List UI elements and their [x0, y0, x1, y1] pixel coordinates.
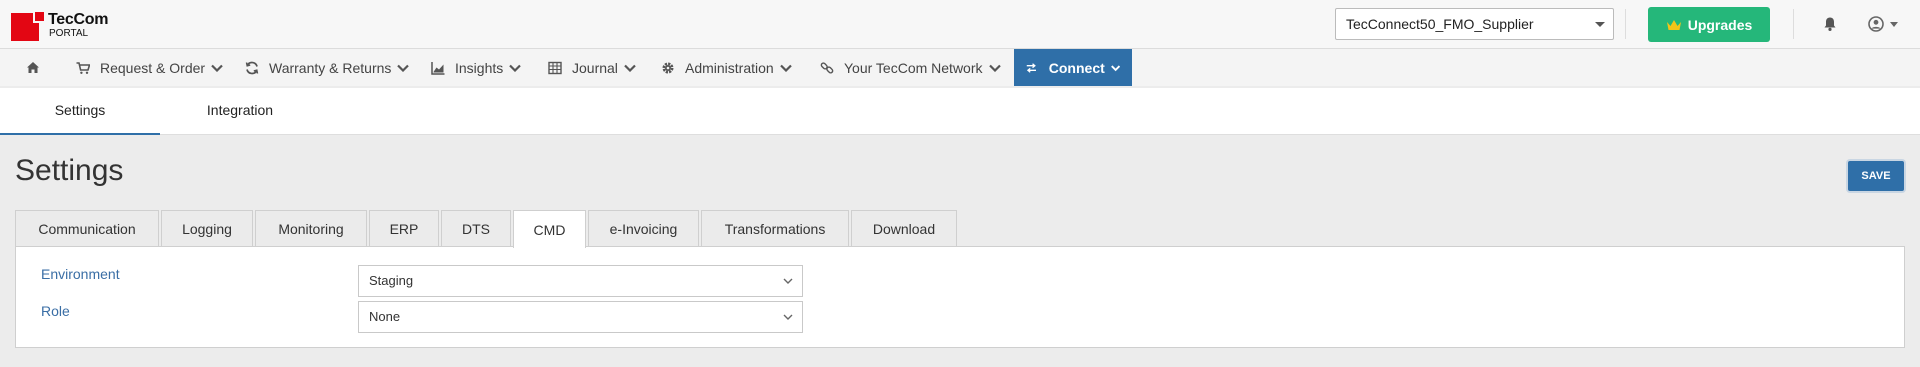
- exchange-icon: [1026, 62, 1036, 73]
- chevron-down-icon: [783, 314, 793, 320]
- gear-icon: [662, 62, 674, 73]
- tab-download[interactable]: Download: [851, 210, 957, 247]
- tab-e-invoicing[interactable]: e-Invoicing: [588, 210, 699, 247]
- user-circle-icon: [1868, 16, 1884, 32]
- chevron-down-icon: [509, 64, 522, 72]
- subtab-settings[interactable]: Settings: [0, 88, 160, 135]
- upgrades-button[interactable]: Upgrades: [1648, 7, 1770, 42]
- nav-request-order[interactable]: Request & Order: [76, 49, 223, 86]
- logo-subtitle: PORTAL: [49, 28, 89, 39]
- cart-icon: [76, 61, 90, 74]
- environment-select[interactable]: Staging: [358, 265, 803, 297]
- chevron-down-icon: [1110, 64, 1120, 71]
- logo-mark-notch: [33, 10, 46, 23]
- divider: [1625, 9, 1626, 39]
- save-button[interactable]: SAVE: [1848, 161, 1904, 191]
- chevron-down-icon: [988, 64, 1001, 72]
- chevron-down-icon: [779, 64, 792, 72]
- nav-insights[interactable]: Insights: [431, 49, 522, 86]
- nav-your-teccom-network[interactable]: Your TecCom Network: [820, 49, 1001, 86]
- environment-select-value: Staging: [369, 273, 414, 288]
- user-menu[interactable]: [1868, 16, 1904, 32]
- chevron-down-icon: [397, 64, 410, 72]
- chevron-down-icon: [211, 64, 223, 72]
- chevron-down-icon: [783, 278, 793, 284]
- organization-select[interactable]: TecConnect50_FMO_Supplier: [1335, 8, 1614, 40]
- main-navigation: Request & Order Warranty & Returns Insig…: [0, 49, 1920, 86]
- table-icon: [548, 61, 562, 74]
- link-icon: [820, 61, 834, 74]
- chart-icon: [431, 61, 445, 75]
- caret-down-icon: [1890, 22, 1898, 27]
- page-title: Settings: [15, 154, 124, 187]
- subtab-integration[interactable]: Integration: [160, 88, 320, 135]
- teccom-logo[interactable]: TecCom PORTAL: [11, 10, 108, 42]
- bell-icon[interactable]: [1822, 16, 1838, 32]
- nav-label: Administration: [685, 59, 774, 76]
- environment-label: Environment: [41, 266, 120, 282]
- nav-journal[interactable]: Journal: [548, 49, 636, 86]
- crown-icon: [1666, 19, 1681, 30]
- tab-transformations[interactable]: Transformations: [701, 210, 849, 247]
- logo-name: TecCom: [48, 11, 109, 28]
- caret-down-icon: [1595, 22, 1605, 27]
- tab-cmd[interactable]: CMD: [513, 210, 586, 248]
- role-label: Role: [41, 303, 70, 319]
- chevron-down-icon: [624, 64, 636, 72]
- tab-monitoring[interactable]: Monitoring: [255, 210, 367, 247]
- divider: [1793, 9, 1794, 39]
- nav-label: Journal: [572, 59, 618, 76]
- cmd-settings-panel: Environment Staging Role None: [15, 246, 1905, 348]
- nav-home[interactable]: [26, 49, 40, 86]
- nav-warranty-returns[interactable]: Warranty & Returns: [245, 49, 410, 86]
- nav-label: Your TecCom Network: [844, 59, 983, 76]
- tab-logging[interactable]: Logging: [161, 210, 253, 247]
- role-select-value: None: [369, 309, 401, 324]
- sub-tabs: Settings Integration: [0, 88, 1920, 135]
- nav-label: Request & Order: [100, 59, 206, 76]
- home-icon: [27, 62, 39, 73]
- tab-dts[interactable]: DTS: [441, 210, 511, 247]
- nav-label: Warranty & Returns: [269, 59, 392, 76]
- nav-administration[interactable]: Administration: [661, 49, 792, 86]
- upgrades-label: Upgrades: [1687, 16, 1753, 33]
- refresh-icon: [245, 61, 259, 74]
- nav-label: Connect: [1048, 59, 1105, 76]
- organization-select-value: TecConnect50_FMO_Supplier: [1346, 16, 1534, 32]
- nav-connect[interactable]: Connect: [1014, 49, 1132, 86]
- tab-erp[interactable]: ERP: [369, 210, 439, 247]
- role-select[interactable]: None: [358, 301, 803, 333]
- tab-communication[interactable]: Communication: [15, 210, 159, 247]
- top-header: TecCom PORTAL TecConnect50_FMO_Supplier …: [0, 0, 1920, 49]
- nav-label: Insights: [455, 59, 504, 76]
